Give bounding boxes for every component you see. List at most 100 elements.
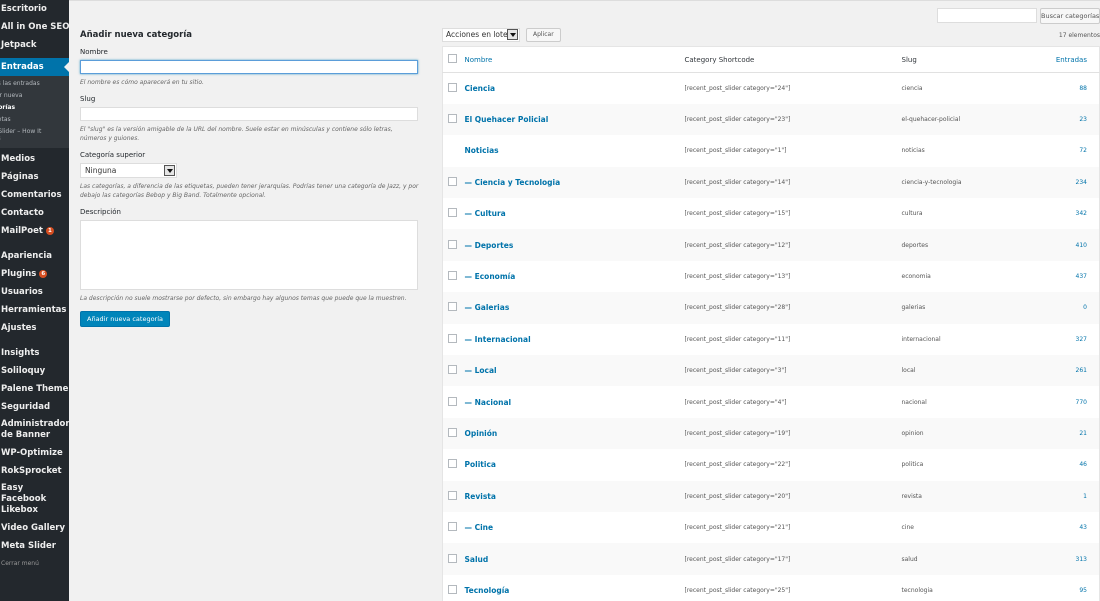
category-count-link[interactable]: 88 <box>1079 85 1087 92</box>
row-checkbox[interactable] <box>448 490 457 500</box>
column-count[interactable]: Entradas <box>1051 46 1100 73</box>
row-checkbox[interactable] <box>448 459 457 469</box>
menu-medios[interactable]: Medios <box>0 150 69 168</box>
category-name-link[interactable]: — Internacional <box>465 335 531 344</box>
row-checkbox[interactable] <box>448 584 457 594</box>
column-slug[interactable]: Slug <box>901 46 1052 73</box>
category-count-link[interactable]: 261 <box>1076 367 1087 374</box>
dropdown-arrow-icon[interactable] <box>164 165 175 176</box>
description-textarea[interactable] <box>80 220 418 290</box>
menu-herramientas[interactable]: Herramientas <box>0 301 69 319</box>
menu-insights[interactable]: Insights <box>0 344 69 362</box>
search-categories-button[interactable]: Buscar categorías <box>1040 8 1100 24</box>
category-count-link[interactable]: 327 <box>1076 336 1087 343</box>
category-name-link[interactable]: Salud <box>465 555 489 564</box>
dropdown-arrow-icon[interactable] <box>507 29 518 40</box>
category-name-link[interactable]: Opinión <box>465 429 498 438</box>
menu-paginas[interactable]: Páginas <box>0 168 69 186</box>
search-categories-input[interactable] <box>937 8 1037 23</box>
row-checkbox[interactable] <box>448 522 457 532</box>
select-all-checkbox[interactable] <box>448 54 457 63</box>
category-count-link[interactable]: 410 <box>1076 242 1087 249</box>
row-checkbox-cell <box>443 261 465 292</box>
row-count-cell: 342 <box>1052 198 1100 229</box>
category-name-link[interactable]: — Local <box>465 366 497 375</box>
category-count-link[interactable]: 95 <box>1079 587 1087 594</box>
menu-comentarios[interactable]: Comentarios <box>0 186 69 204</box>
menu-plugins[interactable]: Plugins 6 <box>0 265 69 283</box>
category-count-link[interactable]: 234 <box>1076 179 1087 186</box>
menu-ajustes[interactable]: Ajustes <box>0 319 69 337</box>
category-name-link[interactable]: Revista <box>465 492 496 501</box>
row-checkbox[interactable] <box>448 176 457 186</box>
menu-escritorio[interactable]: Escritorio <box>0 0 69 18</box>
row-checkbox[interactable] <box>448 365 457 375</box>
category-count-link[interactable]: 770 <box>1076 399 1087 406</box>
category-count-link[interactable]: 342 <box>1076 210 1087 217</box>
submenu-post-slider[interactable]: t Slider – How It ks <box>0 126 54 144</box>
row-checkbox[interactable] <box>448 302 457 312</box>
menu-video-gallery[interactable]: Video Gallery <box>0 519 69 537</box>
row-checkbox[interactable] <box>448 427 457 437</box>
menu-contacto[interactable]: Contacto <box>0 204 69 222</box>
category-name-link[interactable]: El Quehacer Policial <box>465 115 549 124</box>
category-count-link[interactable]: 43 <box>1079 524 1087 531</box>
row-checkbox[interactable] <box>448 82 457 92</box>
submenu-etiquetas[interactable]: uetas <box>0 114 69 126</box>
menu-soliloquy[interactable]: Soliloquy <box>0 362 69 380</box>
category-count-link[interactable]: 1 <box>1083 493 1087 500</box>
category-count-link[interactable]: 437 <box>1076 273 1087 280</box>
menu-apariencia[interactable]: Apariencia <box>0 247 69 265</box>
submenu-categorias[interactable]: gorías <box>0 102 69 114</box>
menu-usuarios[interactable]: Usuarios <box>0 283 69 301</box>
row-checkbox[interactable] <box>448 333 457 343</box>
row-checkbox[interactable] <box>448 271 457 281</box>
menu-roksprocket[interactable]: RokSprocket <box>0 462 69 480</box>
submenu-todas-entradas[interactable]: as las entradas <box>0 78 69 90</box>
menu-mailpoet[interactable]: MailPoet 1 <box>0 222 69 240</box>
menu-palene-theme[interactable]: Palene Theme <box>0 380 69 398</box>
column-name[interactable]: Nombre <box>464 46 685 73</box>
menu-seguridad[interactable]: Seguridad <box>0 398 69 416</box>
menu-administrador-banner[interactable]: Administrador de Banner <box>0 416 69 444</box>
menu-mailpoet-label: MailPoet <box>1 226 43 236</box>
category-name-link[interactable]: Ciencia <box>465 84 496 93</box>
category-name-link[interactable]: Tecnología <box>465 586 510 595</box>
parent-category-select[interactable]: Ninguna <box>80 163 177 178</box>
slug-input[interactable] <box>80 107 418 121</box>
add-category-button[interactable]: Añadir nueva categoría <box>80 311 171 327</box>
menu-easy-facebook-likebox[interactable]: Easy Facebook Likebox <box>0 480 68 519</box>
category-name-link[interactable]: Noticias <box>465 146 499 155</box>
menu-jetpack[interactable]: Jetpack <box>0 36 69 54</box>
category-name-link[interactable]: — Nacional <box>465 398 512 407</box>
category-name-link[interactable]: — Economía <box>465 272 516 281</box>
category-count-link[interactable]: 23 <box>1079 116 1087 123</box>
category-name-link[interactable]: Politica <box>465 460 496 469</box>
menu-collapse[interactable]: Cerrar menú <box>0 555 69 573</box>
category-name-link[interactable]: — Cine <box>465 523 494 532</box>
category-name-link[interactable]: — Deportes <box>465 241 514 250</box>
row-checkbox[interactable] <box>448 396 457 406</box>
category-count-link[interactable]: 21 <box>1079 430 1087 437</box>
category-count-link[interactable]: 313 <box>1076 556 1087 563</box>
menu-meta-slider[interactable]: Meta Slider <box>0 537 69 555</box>
row-count-cell: 327 <box>1052 324 1100 355</box>
category-name-link[interactable]: — Cultura <box>465 209 506 218</box>
name-input[interactable] <box>80 60 418 74</box>
row-checkbox[interactable] <box>448 553 457 563</box>
table-body: Ciencia [recent_post_slider category="24"… <box>442 73 1100 601</box>
row-checkbox[interactable] <box>448 208 457 218</box>
apply-button[interactable]: Aplicar <box>526 28 561 42</box>
category-count-link[interactable]: 72 <box>1079 147 1087 154</box>
category-name-link[interactable]: — Ciencia y Tecnologia <box>465 178 561 187</box>
row-checkbox[interactable] <box>448 239 457 249</box>
category-count-link[interactable]: 46 <box>1079 461 1087 468</box>
category-count-link[interactable]: 0 <box>1083 304 1087 311</box>
menu-wp-optimize[interactable]: WP-Optimize <box>0 444 69 462</box>
bulk-actions-select[interactable]: Acciones en lote <box>442 28 520 42</box>
menu-entradas[interactable]: Entradas <box>0 58 69 76</box>
category-name-link[interactable]: — Galerias <box>465 303 510 312</box>
submenu-anadir-nueva[interactable]: dir nueva <box>0 90 69 102</box>
menu-all-in-one-seo[interactable]: All in One SEO <box>0 18 69 36</box>
row-checkbox[interactable] <box>448 114 457 124</box>
